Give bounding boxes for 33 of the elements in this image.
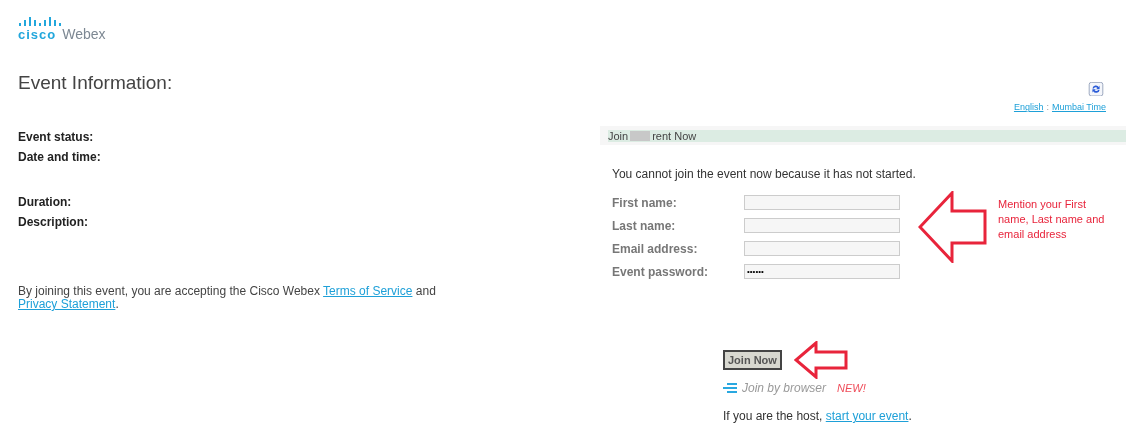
form-label: Event password: [612, 264, 710, 279]
annotation-text: Mention your First name, Last name and email address [998, 197, 1106, 242]
arrow-icon [918, 191, 988, 263]
language-link[interactable]: English [1013, 102, 1044, 113]
blurred-text [630, 130, 651, 141]
terms-text: By joining this event, you are accepting the Cisco Webex Terms of Service and Privacy Statement. [18, 285, 437, 311]
panel-header: rent Now [652, 129, 697, 142]
input-field[interactable] [744, 241, 900, 256]
field-label: Description: [18, 215, 88, 229]
field-label: Event status: [18, 130, 94, 144]
link-separator: : [1046, 102, 1049, 113]
input-field[interactable] [744, 195, 900, 210]
form-label: First name: [612, 195, 678, 210]
timezone-link[interactable]: Mumbai Time [1052, 102, 1106, 113]
terms-link[interactable]: Terms of Service [323, 284, 413, 298]
field-label: Duration: [18, 195, 72, 209]
lines-icon [723, 383, 737, 393]
logo-product: Webex [62, 26, 106, 42]
panel-header: Join [608, 129, 629, 142]
field-label: Date and time: [18, 150, 101, 164]
notice-text: You cannot join the event now because it has not started. [612, 167, 917, 181]
logo-bars-icon [18, 14, 64, 26]
host-text: If you are the host, start your event. [723, 409, 913, 423]
logo-brand: cisco [18, 27, 57, 42]
input-field[interactable]: •••••• [744, 264, 900, 279]
new-label: NEW! [837, 382, 866, 394]
input-field[interactable] [744, 218, 900, 233]
page-title: Event Information: [18, 72, 174, 94]
form-label: Last name: [612, 218, 677, 233]
arrow-icon [793, 341, 848, 379]
form-label: Email address: [612, 241, 699, 256]
join-by-browser-link[interactable]: Join by browser [742, 381, 827, 395]
refresh-icon[interactable] [1086, 82, 1106, 97]
